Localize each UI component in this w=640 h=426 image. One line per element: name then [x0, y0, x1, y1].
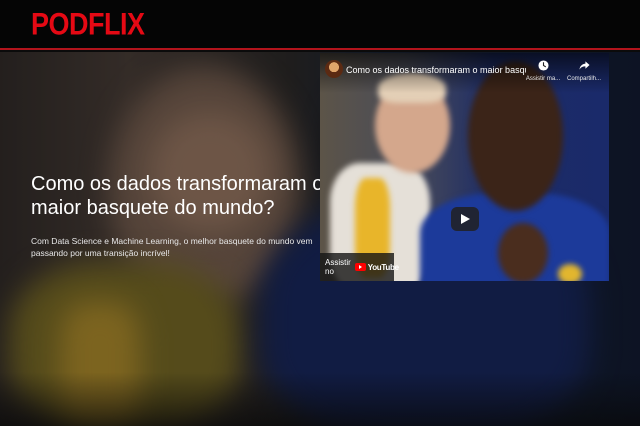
share-arrow-icon [566, 60, 602, 75]
play-icon [461, 214, 470, 224]
hero-headline: Como os dados transformaram o maior basq… [31, 173, 324, 219]
thumb-team-logo [558, 264, 582, 281]
share-button[interactable]: Compartilh... [566, 60, 602, 84]
watch-on-youtube-button[interactable]: Assistir no YouTube [320, 253, 399, 281]
video-title-bar: Como os dados transformaram o maior basq… [320, 53, 609, 93]
channel-avatar[interactable] [325, 60, 343, 78]
clock-icon [525, 60, 561, 75]
youtube-logo: YouTube [354, 262, 399, 272]
hero-description: Com Data Science e Machine Learning, o m… [31, 236, 313, 258]
youtube-play-icon [354, 263, 366, 271]
play-button[interactable] [451, 207, 479, 231]
video-title[interactable]: Como os dados transformaram o maior basq… [346, 65, 526, 75]
youtube-wordmark: YouTube [367, 262, 399, 272]
share-label: Compartilh... [566, 76, 601, 82]
watch-later-label: Assistir ma... [525, 76, 561, 82]
watch-on-label: Assistir no [325, 258, 351, 276]
thumb-player-right-hand [498, 223, 548, 281]
youtube-embed-player[interactable]: Como os dados transformaram o maior basq… [320, 53, 609, 281]
podflix-logo[interactable]: PODFLIX [31, 7, 145, 43]
hero-bottom-fade [0, 372, 640, 426]
watch-later-button[interactable]: Assistir ma... [525, 60, 561, 84]
top-nav-bar: PODFLIX [0, 0, 640, 50]
